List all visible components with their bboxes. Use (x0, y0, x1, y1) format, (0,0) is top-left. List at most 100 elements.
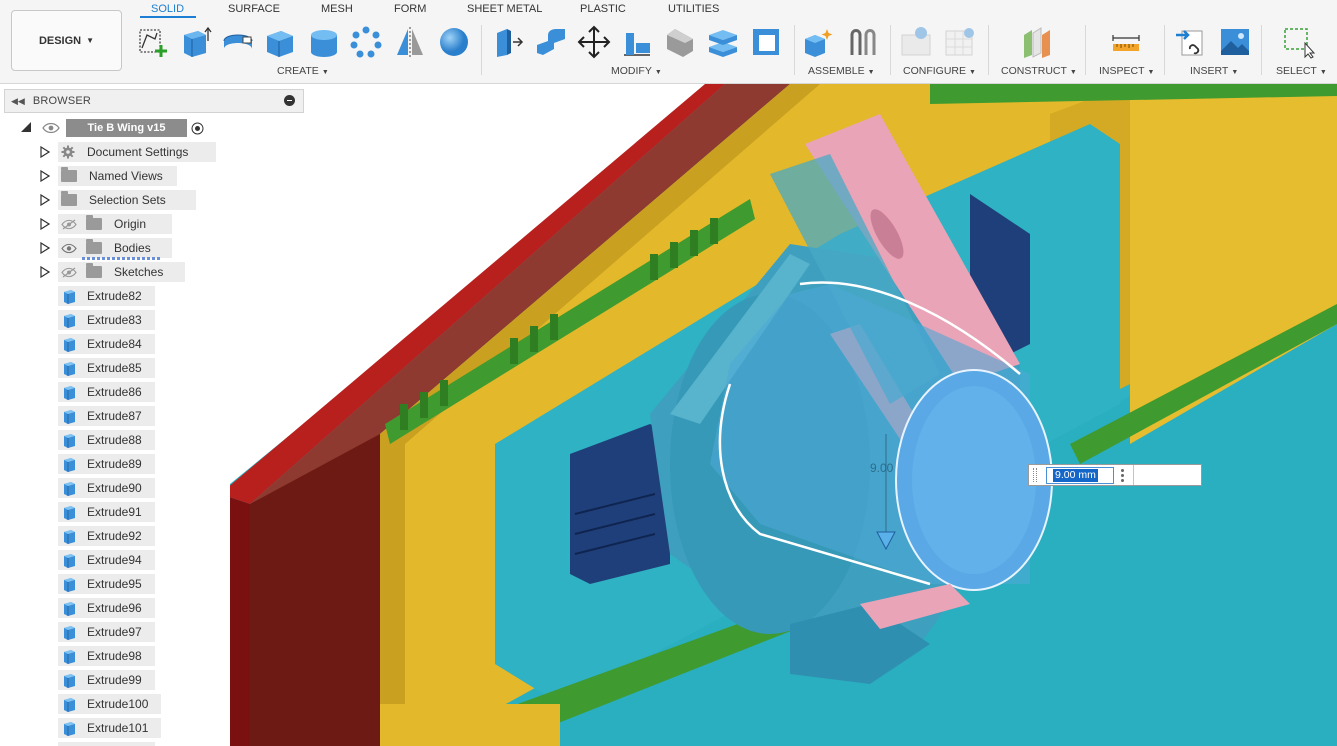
move-icon[interactable] (576, 23, 612, 61)
tab-form[interactable]: FORM (394, 3, 426, 15)
collapse-panel-icon[interactable]: ◀◀ (11, 96, 25, 107)
timeline-feature-item[interactable]: Extrude99 (58, 670, 155, 690)
folder-icon (61, 167, 77, 182)
browser-folder-label: Sketches (114, 265, 164, 279)
fillet-icon[interactable] (533, 23, 569, 61)
browser-folder-origin[interactable]: Origin (58, 214, 172, 234)
select-window-icon[interactable] (1280, 23, 1316, 61)
drag-handle-icon[interactable] (1033, 468, 1037, 482)
expand-triangle-icon[interactable] (40, 170, 50, 182)
timeline-feature-item[interactable]: Extrude84 (58, 334, 155, 354)
insert-menu[interactable]: INSERT ▼ (1190, 65, 1238, 77)
browser-folder-bodies[interactable]: Bodies (58, 238, 172, 258)
hidden-eye-icon[interactable] (61, 267, 77, 278)
feature-label: Extrude86 (87, 385, 142, 399)
new-component-icon[interactable] (800, 23, 836, 61)
measure-icon[interactable] (1108, 23, 1144, 61)
cylinder-icon[interactable] (306, 23, 342, 61)
hidden-eye-icon[interactable] (61, 219, 77, 230)
dimension-input[interactable]: 9.00 mm (1028, 464, 1202, 486)
modify-menu[interactable]: MODIFY ▼ (611, 65, 662, 77)
assemble-menu[interactable]: ASSEMBLE ▼ (808, 65, 875, 77)
feature-label: Extrude85 (87, 361, 142, 375)
expand-triangle-icon[interactable] (40, 146, 50, 158)
tab-plastic[interactable]: PLASTIC (580, 3, 626, 15)
configure-rule-icon[interactable] (942, 23, 978, 61)
timeline-feature-item[interactable]: Extrude96 (58, 598, 155, 618)
feature-label: Extrude83 (87, 313, 142, 327)
divider (481, 25, 482, 75)
chamfer-icon[interactable] (662, 23, 698, 61)
model-render[interactable]: 9.00 (230, 84, 1337, 746)
browser-folder-label: Document Settings (87, 145, 189, 159)
tab-mesh[interactable]: MESH (321, 3, 353, 15)
timeline-feature-item[interactable]: Extrude82 (58, 286, 155, 306)
timeline-feature-item[interactable]: Extrude88 (58, 430, 155, 450)
press-pull-icon[interactable] (490, 23, 526, 61)
select-menu[interactable]: SELECT ▼ (1276, 65, 1327, 77)
feature-label: Extrude98 (87, 649, 142, 663)
construct-menu[interactable]: CONSTRUCT ▼ (1001, 65, 1077, 77)
dimension-value-field[interactable]: 9.00 mm (1053, 469, 1098, 482)
timeline-feature-item[interactable]: Extrude101 (58, 718, 161, 738)
browser-folder-sketches[interactable]: Sketches (58, 262, 185, 282)
timeline-feature-item[interactable]: Extrude97 (58, 622, 155, 642)
timeline-feature-item[interactable]: Extrude94 (58, 550, 155, 570)
browser-folder-document-settings[interactable]: Document Settings (58, 142, 217, 162)
insert-image-icon[interactable] (1217, 23, 1253, 61)
activate-radio-icon[interactable] (191, 122, 204, 135)
shell-icon[interactable] (748, 23, 784, 61)
tab-surface[interactable]: SURFACE (228, 3, 280, 15)
split-body-icon[interactable] (705, 23, 741, 61)
tab-utilities[interactable]: UTILITIES (668, 3, 719, 15)
box-icon[interactable] (262, 23, 298, 61)
align-icon[interactable] (619, 23, 655, 61)
feature-label: Extrude95 (87, 577, 142, 591)
expand-triangle-icon[interactable] (40, 194, 50, 206)
expand-triangle-icon[interactable] (40, 242, 50, 254)
extrude-body-icon (64, 529, 75, 544)
timeline-feature-item[interactable]: Extrude86 (58, 382, 155, 402)
browser-header[interactable]: ◀◀ BROWSER (4, 89, 304, 113)
configure-menu[interactable]: CONFIGURE ▼ (903, 65, 976, 77)
timeline-feature-item[interactable]: Extrude90 (58, 478, 155, 498)
minimize-icon[interactable] (284, 95, 295, 106)
joint-icon[interactable] (845, 23, 881, 61)
feature-label: Extrude94 (87, 553, 142, 567)
extrude-icon[interactable] (177, 23, 213, 61)
timeline-feature-item[interactable]: Extrude87 (58, 406, 155, 426)
inspect-menu[interactable]: INSPECT ▼ (1099, 65, 1154, 77)
browser-folder-named-views[interactable]: Named Views (58, 166, 177, 186)
root-component-label[interactable]: Tie B Wing v15 (66, 119, 187, 137)
insert-derive-icon[interactable] (1173, 23, 1209, 61)
timeline-feature-item[interactable]: Extrude85 (58, 358, 155, 378)
sphere-icon[interactable] (436, 23, 472, 61)
mirror-icon[interactable] (392, 23, 428, 61)
timeline-feature-item[interactable]: Extrude98 (58, 646, 155, 666)
create-menu[interactable]: CREATE ▼ (277, 65, 329, 77)
timeline-feature-item[interactable]: Extrude89 (58, 454, 155, 474)
timeline-feature-item[interactable]: Extrude100 (58, 694, 161, 714)
tab-sheet-metal[interactable]: SHEET METAL (467, 3, 542, 15)
tab-solid[interactable]: SOLID (151, 3, 184, 15)
canvas-viewport[interactable]: 9.00 (230, 84, 1337, 746)
feature-label: Extrude92 (87, 529, 142, 543)
create-sketch-icon[interactable] (135, 23, 171, 61)
eye-icon[interactable] (42, 123, 60, 133)
timeline-feature-item[interactable]: Extrude91 (58, 502, 155, 522)
offset-plane-icon[interactable] (1018, 23, 1054, 61)
revolve-icon[interactable] (220, 23, 256, 61)
timeline-feature-item[interactable]: Extrude92 (58, 526, 155, 546)
eye-icon[interactable] (61, 243, 77, 254)
pattern-icon[interactable] (348, 23, 384, 61)
timeline-feature-item[interactable]: Extrude83 (58, 310, 155, 330)
active-tab-indicator (140, 16, 196, 18)
expand-triangle-icon[interactable] (40, 218, 50, 230)
more-options-icon[interactable] (1120, 468, 1124, 482)
timeline-feature-item[interactable]: Extrude95 (58, 574, 155, 594)
expand-triangle-icon[interactable] (40, 266, 50, 278)
configure-table-icon[interactable] (898, 23, 934, 61)
workspace-switcher-button[interactable]: DESIGN ▼ (11, 10, 122, 71)
collapse-triangle-icon[interactable] (20, 121, 32, 133)
browser-folder-selection-sets[interactable]: Selection Sets (58, 190, 197, 210)
